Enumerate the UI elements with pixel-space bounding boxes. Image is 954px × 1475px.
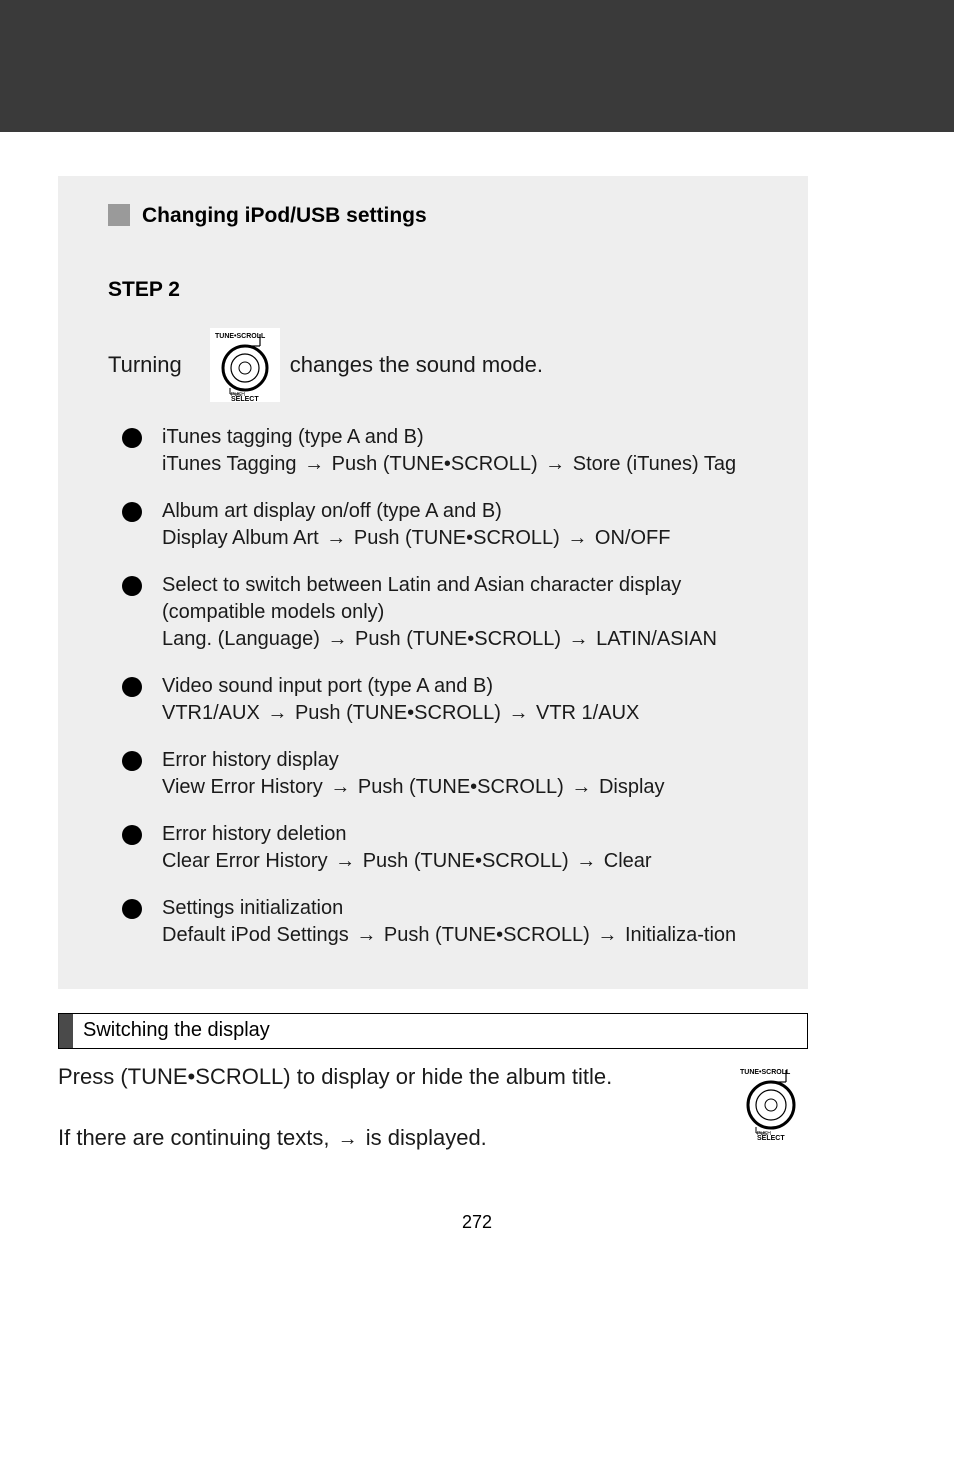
tune-scroll-knob-icon: TUNE•SCROLL PUSH SELECT: [210, 328, 280, 402]
arrow-right-icon: →: [567, 628, 591, 650]
section-header-bar: Switching the display: [58, 1013, 808, 1049]
arrow-right-icon: →: [569, 776, 593, 798]
arrow-right-icon: →: [336, 1128, 360, 1150]
bullet-title: Settings initialization: [162, 895, 768, 922]
chain-step: Push (TUNE•SCROLL): [354, 527, 560, 549]
knob-select-label: SELECT: [757, 1135, 785, 1141]
list-item: Video sound input port (type A and B) VT…: [108, 673, 778, 727]
arrow-right-icon: →: [506, 702, 530, 724]
settings-bullet-list: iTunes tagging (type A and B) iTunes Tag…: [108, 424, 778, 949]
arrow-right-icon: →: [543, 453, 567, 475]
bullet-title: Video sound input port (type A and B): [162, 673, 768, 700]
chain-step: Push (TUNE•SCROLL): [295, 702, 501, 724]
page-number: 272: [0, 1212, 954, 1233]
chain-step: Push (TUNE•SCROLL): [384, 924, 590, 946]
instruction-prefix: If there are continuing texts,: [58, 1125, 336, 1150]
chain-step: Push (TUNE•SCROLL): [363, 850, 569, 872]
arrow-right-icon: →: [302, 453, 326, 475]
instruction-suffix: is displayed.: [360, 1125, 487, 1150]
arrow-right-icon: →: [324, 527, 348, 549]
knob-select-label: SELECT: [231, 396, 259, 402]
knob-top-label: TUNE•SCROLL: [740, 1069, 791, 1076]
list-item: Error history display View Error History…: [108, 747, 778, 801]
chain-step: Store (iTunes) Tag: [573, 453, 736, 475]
square-bullet-icon: [108, 204, 130, 226]
bullet-dot-icon: [122, 751, 142, 771]
bullet-title: Error history deletion: [162, 821, 768, 848]
arrow-right-icon: →: [325, 628, 349, 650]
list-item: Select to switch between Latin and Asian…: [108, 572, 778, 653]
list-item: Settings initialization Default iPod Set…: [108, 895, 778, 949]
chain-step: iTunes Tagging: [162, 453, 297, 475]
chain-step: Initializa-tion: [625, 924, 736, 946]
bullet-dot-icon: [122, 576, 142, 596]
arrow-right-icon: →: [565, 527, 589, 549]
section-subtitle: Changing iPod/USB settings: [108, 204, 778, 228]
chain-step: LATIN/ASIAN: [596, 628, 717, 650]
bullet-title: Album art display on/off (type A and B): [162, 498, 768, 525]
bullet-dot-icon: [122, 428, 142, 448]
chain-step: Display Album Art: [162, 527, 319, 549]
chain-step: Push (TUNE•SCROLL): [332, 453, 538, 475]
step-action-prefix: Turning: [108, 351, 182, 380]
step-label-text: Changing iPod/USB settings: [142, 204, 427, 227]
chain-step: View Error History: [162, 776, 323, 798]
chain-step: Push (TUNE•SCROLL): [358, 776, 564, 798]
knob-top-label: TUNE•SCROLL: [215, 333, 266, 340]
arrow-right-icon: →: [265, 702, 289, 724]
chain-step: Clear: [604, 850, 652, 872]
shaded-settings-box: Changing iPod/USB settings STEP 2 Turnin…: [58, 176, 808, 989]
instruction-line-2: If there are continuing texts, → is disp…: [58, 1124, 714, 1153]
arrow-right-icon: →: [354, 924, 378, 946]
chain-step: ON/OFF: [595, 527, 671, 549]
arrow-right-icon: →: [595, 924, 619, 946]
chain-step: VTR1/AUX: [162, 702, 260, 724]
list-item: Album art display on/off (type A and B) …: [108, 498, 778, 552]
step-number: STEP 2: [108, 278, 778, 302]
bullet-title: iTunes tagging (type A and B): [162, 424, 768, 451]
bullet-dot-icon: [122, 899, 142, 919]
list-item: iTunes tagging (type A and B) iTunes Tag…: [108, 424, 778, 478]
bullet-dot-icon: [122, 825, 142, 845]
chain-step: Display: [599, 776, 665, 798]
list-item: Error history deletion Clear Error Histo…: [108, 821, 778, 875]
page-root: Changing iPod/USB settings STEP 2 Turnin…: [0, 0, 954, 1233]
chain-step: Clear Error History: [162, 850, 328, 872]
instruction-line-1: Press (TUNE•SCROLL) to display or hide t…: [58, 1063, 714, 1092]
bullet-dot-icon: [122, 677, 142, 697]
arrow-right-icon: →: [328, 776, 352, 798]
bullet-dot-icon: [122, 502, 142, 522]
chain-step: Push (TUNE•SCROLL): [355, 628, 561, 650]
arrow-right-icon: →: [333, 850, 357, 872]
step-action-suffix: changes the sound mode.: [290, 351, 543, 380]
chain-step: VTR 1/AUX: [536, 702, 639, 724]
chain-step: Lang. (Language): [162, 628, 320, 650]
section-header-tab: [59, 1014, 73, 1048]
section-title: Switching the display: [73, 1014, 270, 1048]
arrow-right-icon: →: [574, 850, 598, 872]
step-action-row: Turning TUNE•SCROLL PUSH SELECT changes …: [108, 328, 778, 402]
bullet-title: Select to switch between Latin and Asian…: [162, 572, 768, 626]
chain-step: Default iPod Settings: [162, 924, 349, 946]
switching-display-section: Switching the display Press (TUNE•SCROLL…: [58, 1013, 808, 1152]
top-header-bar: [0, 0, 954, 132]
tune-scroll-knob-icon: TUNE•SCROLL PUSH SELECT: [734, 1063, 808, 1141]
bullet-title: Error history display: [162, 747, 768, 774]
